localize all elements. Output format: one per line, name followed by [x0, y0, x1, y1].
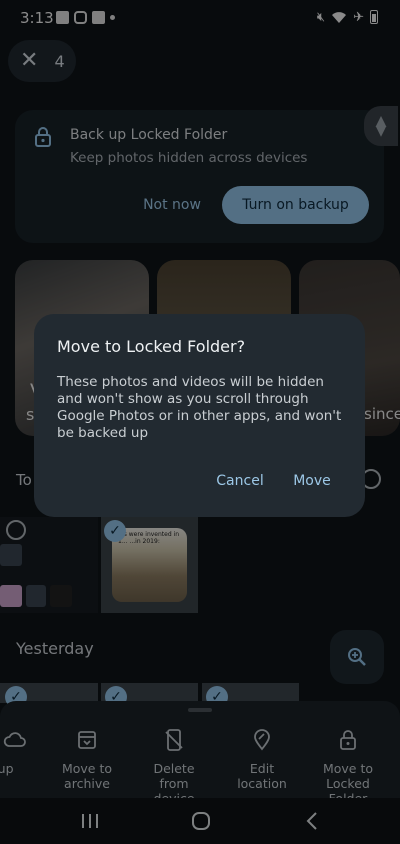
- dialog-body: These photos and videos will be hidden a…: [57, 374, 342, 441]
- move-button[interactable]: Move: [282, 465, 342, 497]
- dialog-title: Move to Locked Folder?: [57, 337, 246, 356]
- cancel-button[interactable]: Cancel: [203, 465, 277, 497]
